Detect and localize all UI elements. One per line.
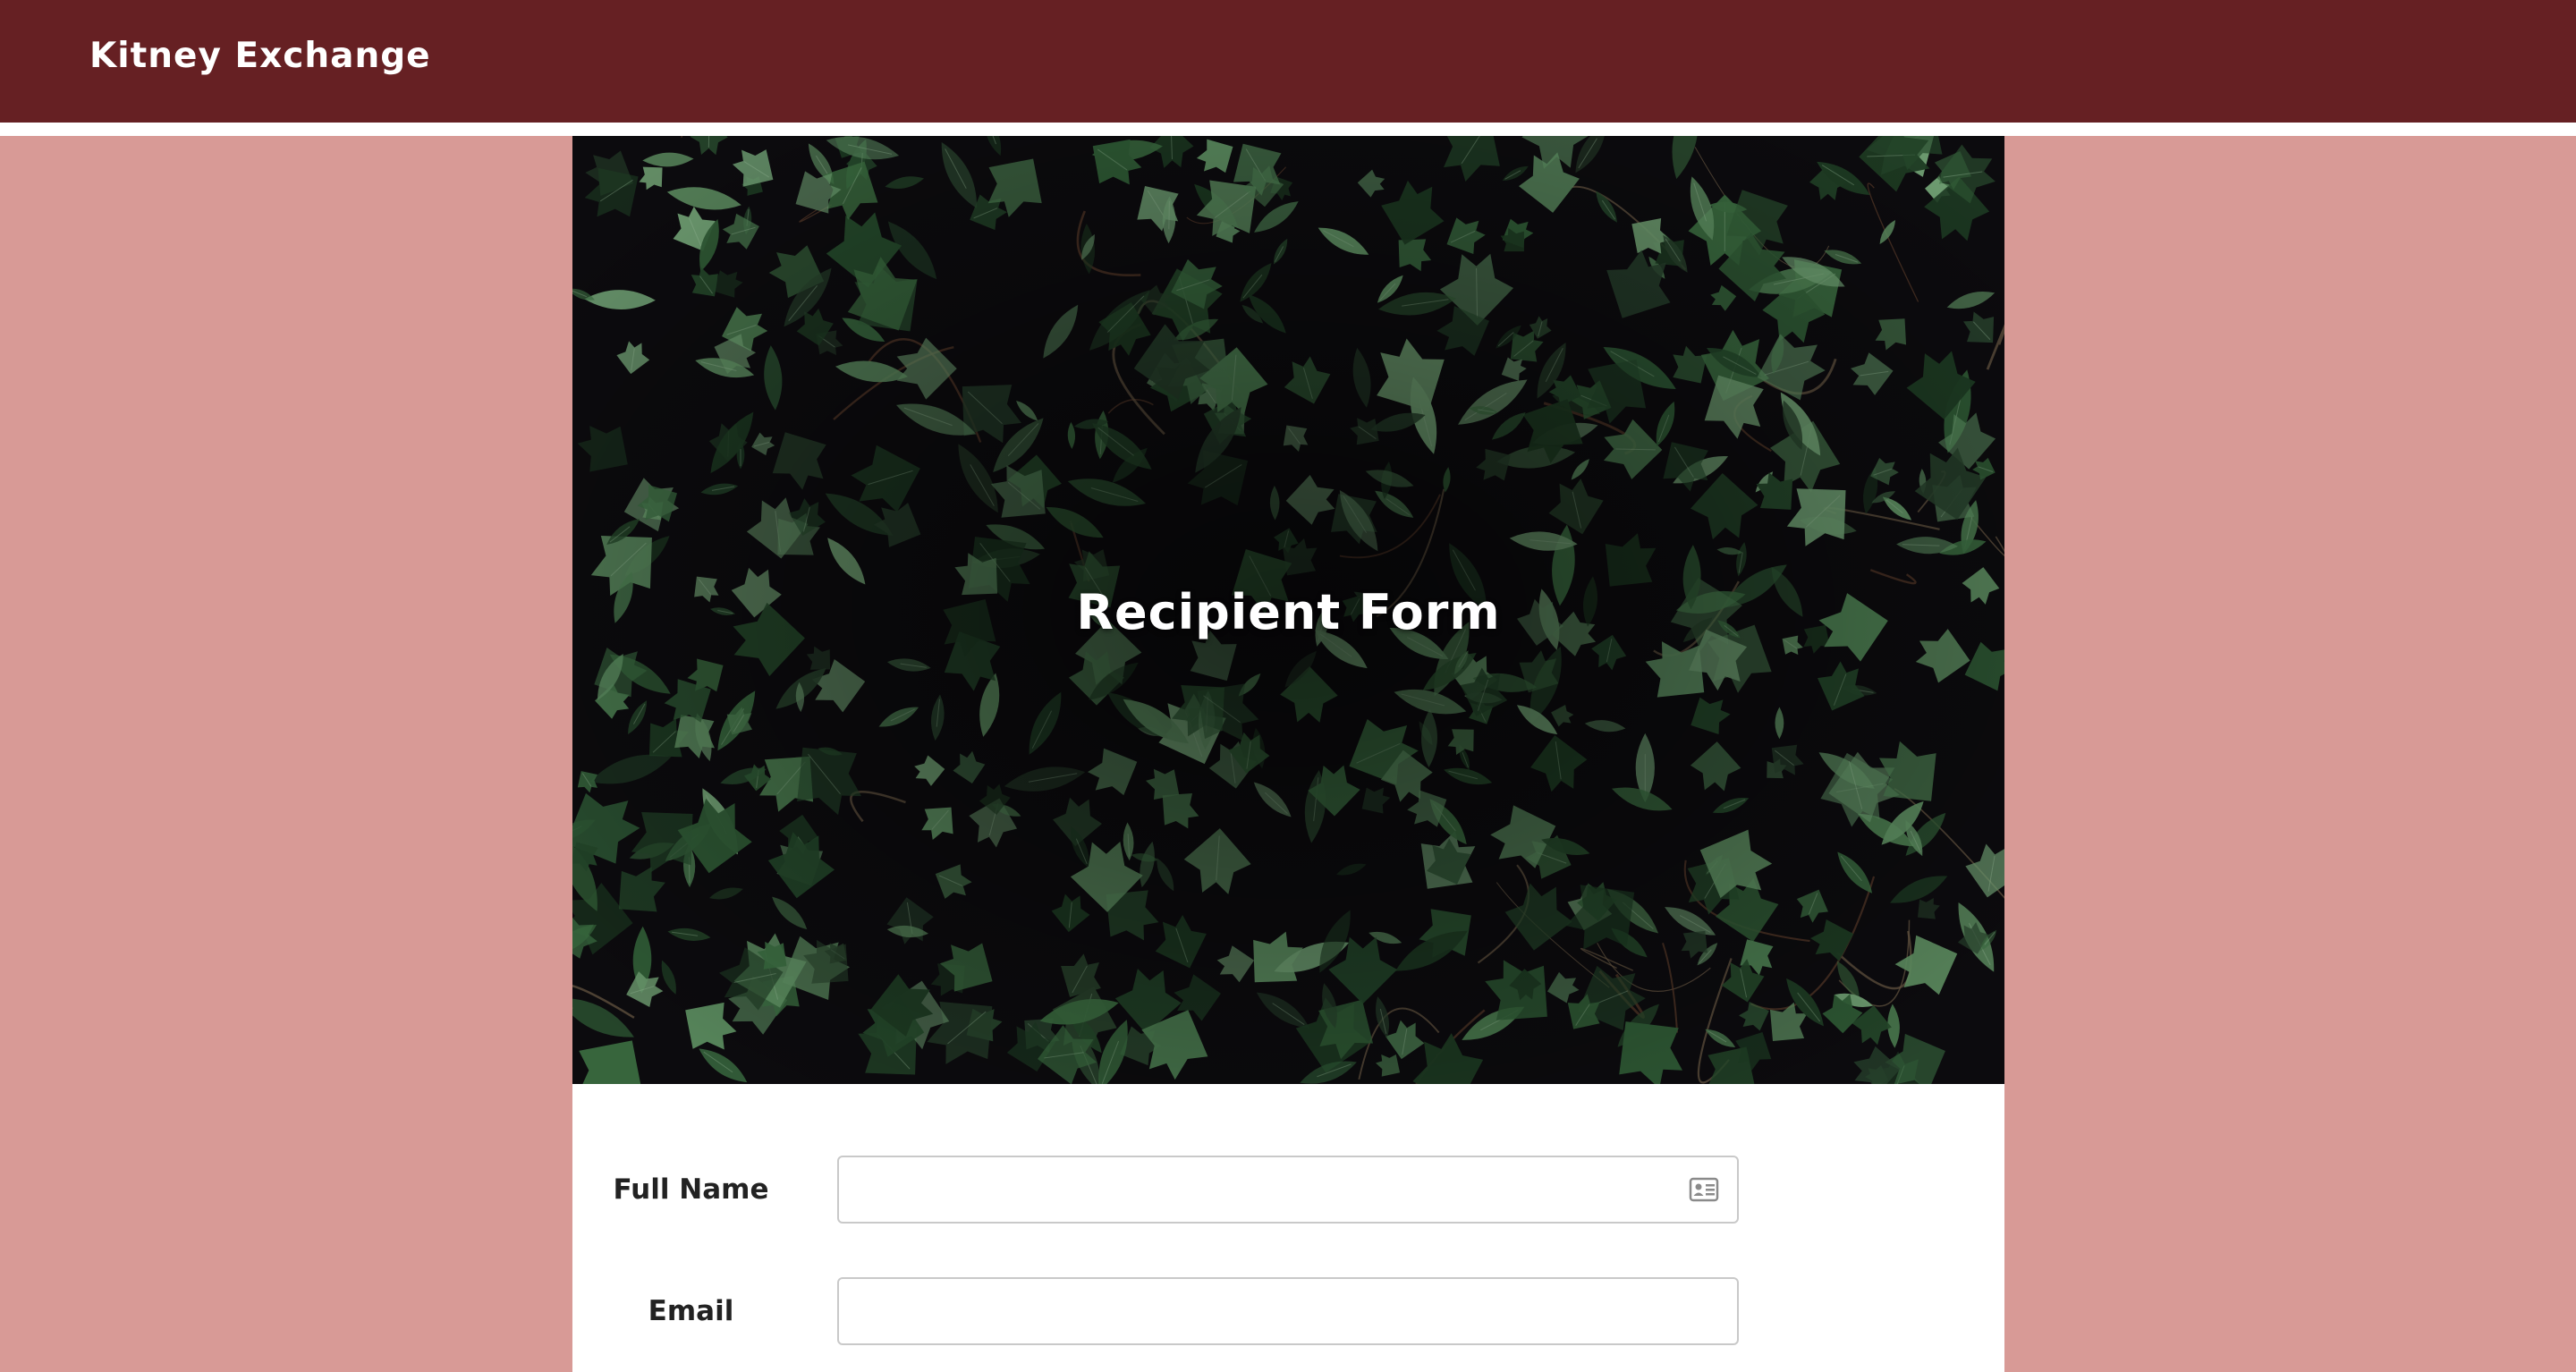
top-navbar: Kitney Exchange bbox=[0, 0, 2576, 123]
email-input[interactable] bbox=[837, 1277, 1739, 1345]
header-divider bbox=[0, 123, 2576, 136]
page-title: Recipient Form bbox=[1076, 584, 1501, 640]
brand-logo-text[interactable]: Kitney Exchange bbox=[89, 32, 431, 80]
full-name-label: Full Name bbox=[613, 1173, 769, 1206]
form-card: Recipient Form Full Name Email bbox=[572, 136, 2004, 1372]
email-row: Email bbox=[572, 1277, 2004, 1345]
contact-card-icon[interactable] bbox=[1689, 1174, 1719, 1205]
full-name-row: Full Name bbox=[572, 1156, 2004, 1224]
email-label: Email bbox=[648, 1295, 734, 1327]
full-name-input[interactable] bbox=[837, 1156, 1739, 1224]
hero-banner: Recipient Form bbox=[572, 136, 2004, 1084]
